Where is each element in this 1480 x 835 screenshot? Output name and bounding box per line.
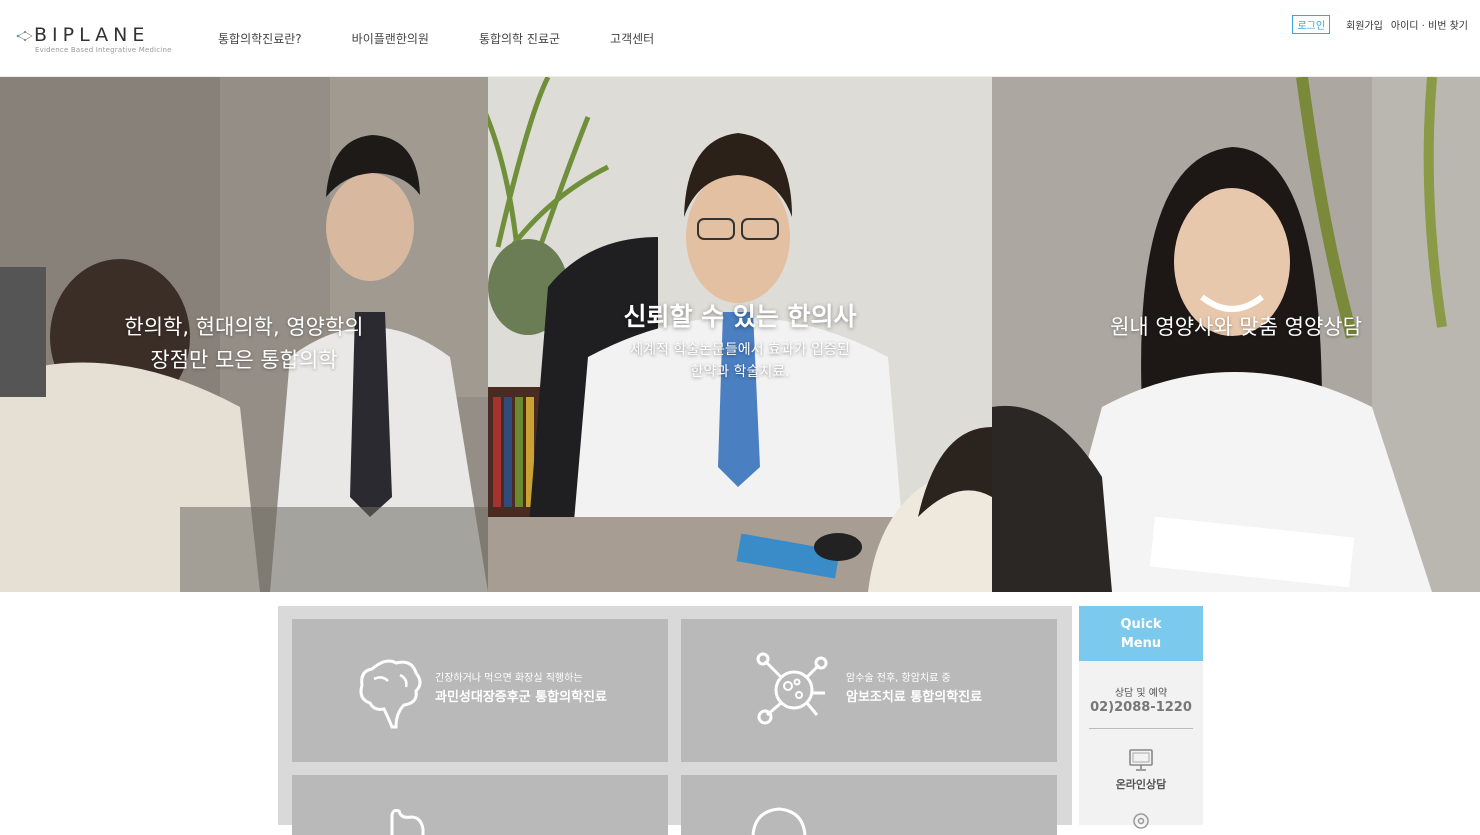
reservation-label: 상담 및 예약 [1114,688,1168,699]
site-header: BIPLANE Evidence Based Integrative Medic… [0,0,1480,77]
card-cancer-title: 암보조치료 통합의학진료 [846,690,983,705]
hero-panel-2-subtitle: 세계적 학술논문들에서 효과가 입증된 한약과 학술치료. [488,339,992,383]
hero-panel-1-text: 한의학, 현대의학, 영양학의 장점만 모은 통합의학 [0,311,488,377]
doctor-photo [488,77,992,592]
cancer-cell-icon [756,652,828,725]
join-link[interactable]: 회원가입 [1346,17,1383,32]
card-ibs-title: 과민성대장증후군 통합의학진료 [435,690,607,705]
reservation-phone[interactable]: 02)2088-1220 [1079,700,1203,715]
nav-item-departments[interactable]: 통합의학 진료군 [479,30,560,47]
intestine-icon [359,659,422,729]
hero-panel-2-title: 신뢰할 수 있는 한의사 [623,302,857,331]
department-grid: 긴장하거나 먹으면 화장실 직행하는 과민성대장증후군 통합의학진료 암수술 전… [278,606,1072,835]
nav-item-integrative-care[interactable]: 통합의학진료란? [218,30,302,47]
hero-panel-nutrition[interactable]: 원내 영양사와 맞춤 영양상담 [992,77,1480,592]
find-account-link[interactable]: 아이디 · 비번 찾기 [1391,17,1468,32]
main-nav: 통합의학진료란? 바이플랜한의원 통합의학 진료군 고객센터 [218,30,704,47]
hero-panel-1-line1: 한의학, 현대의학, 영양학의 [124,315,364,339]
card-cancer[interactable]: 암수술 전후, 항암치료 중 암보조치료 통합의학진료 [681,619,1057,762]
quick-menu-title-2: Menu [1120,636,1162,651]
card-ibs[interactable]: 긴장하거나 먹으면 화장실 직행하는 과민성대장증후군 통합의학진료 [292,619,668,762]
hero-banner: 한의학, 현대의학, 영양학의 장점만 모은 통합의학 신뢰할 수 있는 한의사… [0,77,1480,592]
logo-mark-icon [16,30,33,42]
quick-menu-header: Quick Menu [1079,606,1203,661]
card-bubble[interactable] [681,775,1057,835]
nav-item-customer-center[interactable]: 고객센터 [610,30,654,47]
logo[interactable]: BIPLANE Evidence Based Integrative Medic… [16,24,171,56]
nav-item-clinic[interactable]: 바이플랜한의원 [352,30,429,47]
card-stomach[interactable] [292,775,668,835]
hero-panel-integrative[interactable]: 한의학, 현대의학, 영양학의 장점만 모은 통합의학 [0,77,488,592]
card-ibs-subtitle: 긴장하거나 먹으면 화장실 직행하는 [435,673,583,684]
bubble-icon [751,807,807,835]
logo-text: BIPLANE [34,24,150,46]
login-button[interactable]: 로그인 [1292,15,1331,34]
stomach-icon [390,809,425,835]
utility-menu: 로그인 회원가입 아이디 · 비번 찾기 [1292,15,1468,34]
quick-menu-title-1: Quick [1120,617,1162,632]
hero-panel-3-text: 원내 영양사와 맞춤 영양상담 [1110,315,1362,339]
quick-menu: Quick Menu 상담 및 예약 02)2088-1220 온라인상담 [1079,606,1203,829]
hero-panel-2-sub1: 세계적 학술논문들에서 효과가 입증된 [630,342,850,358]
quick-menu-divider [1089,728,1193,729]
hero-panel-1-line2: 장점만 모은 통합의학 [150,348,338,372]
online-consult-link[interactable]: 온라인상담 [1079,776,1203,792]
hero-panel-2-sub2: 한약과 학술치료. [690,364,790,380]
location-pin-icon[interactable] [1131,811,1151,831]
card-cancer-subtitle: 암수술 전후, 항암치료 중 [846,673,951,684]
logo-tagline: Evidence Based Integrative Medicine [35,46,172,54]
monitor-icon[interactable] [1129,749,1153,771]
hero-panel-doctor[interactable]: 신뢰할 수 있는 한의사 세계적 학술논문들에서 효과가 입증된 한약과 학술치… [488,77,992,592]
